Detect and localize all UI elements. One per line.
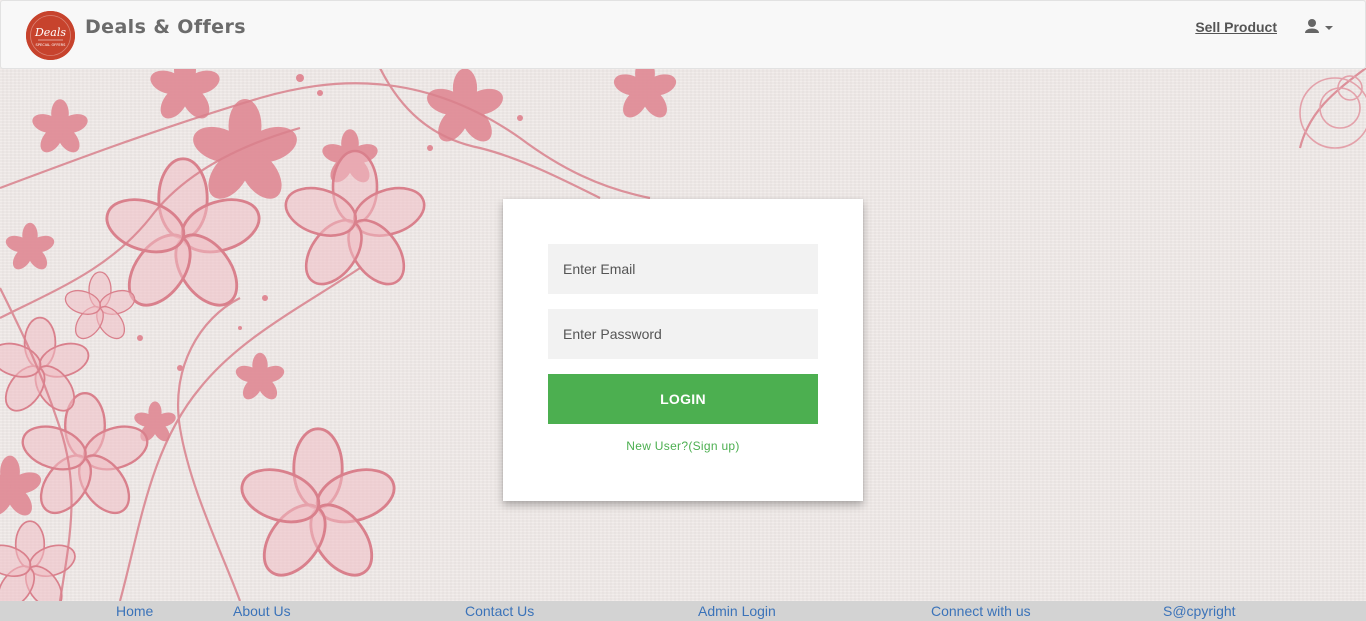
- user-menu-toggle[interactable]: [1305, 18, 1335, 38]
- signup-link[interactable]: New User?(Sign up): [503, 439, 863, 453]
- footer-bar: Home About Us Contact Us Admin Login Con…: [0, 601, 1366, 621]
- footer-link-connect[interactable]: Connect with us: [931, 603, 1031, 619]
- footer-link-admin-login[interactable]: Admin Login: [698, 603, 776, 619]
- footer-copyright[interactable]: S@cpyright: [1163, 603, 1236, 619]
- sell-product-link[interactable]: Sell Product: [1195, 19, 1277, 35]
- top-navbar: Deals SPECIAL OFFERS Deals & Offers Sell…: [0, 0, 1366, 69]
- footer-link-about-us[interactable]: About Us: [233, 603, 291, 619]
- login-card: LOGIN New User?(Sign up): [503, 199, 863, 501]
- password-input[interactable]: [548, 309, 818, 359]
- email-input[interactable]: [548, 244, 818, 294]
- login-button[interactable]: LOGIN: [548, 374, 818, 424]
- brand-logo[interactable]: Deals SPECIAL OFFERS: [26, 11, 75, 60]
- user-icon: [1305, 19, 1333, 33]
- svg-text:SPECIAL OFFERS: SPECIAL OFFERS: [36, 43, 67, 47]
- footer-link-contact-us[interactable]: Contact Us: [465, 603, 534, 619]
- brand-name[interactable]: Deals & Offers: [85, 16, 246, 38]
- logo-badge-icon: Deals SPECIAL OFFERS: [26, 11, 75, 60]
- caret-down-icon: [1325, 26, 1333, 30]
- footer-link-home[interactable]: Home: [116, 603, 153, 619]
- svg-text:Deals: Deals: [34, 26, 66, 39]
